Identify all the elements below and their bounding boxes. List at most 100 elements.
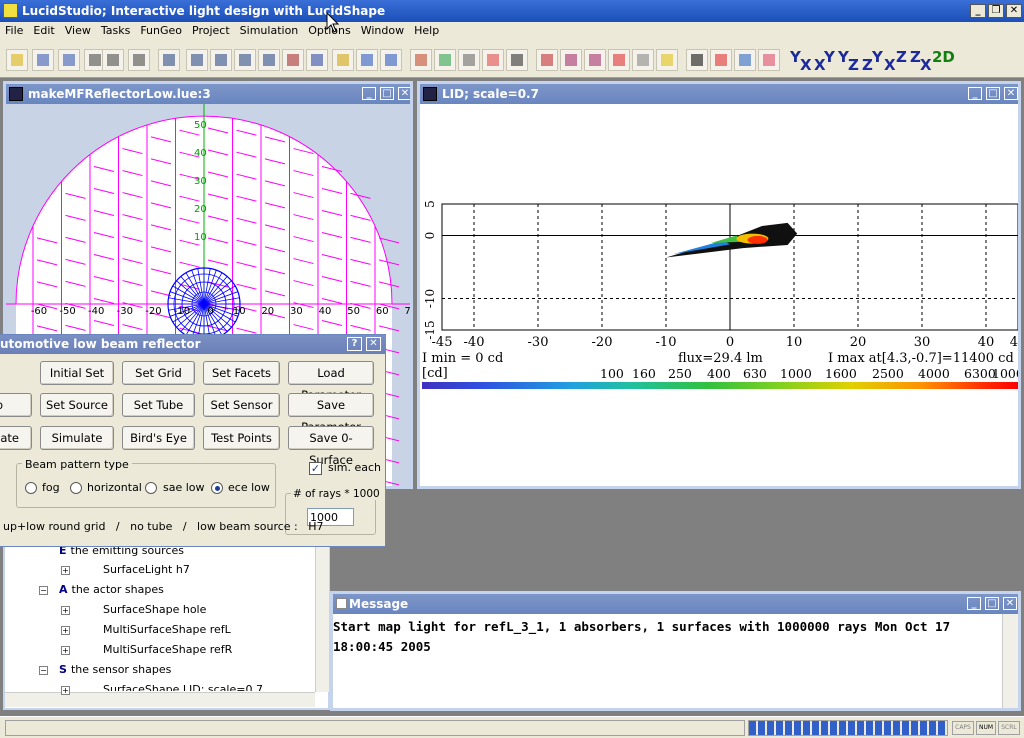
save-parameter-button[interactable]: Save Parameter <box>288 393 374 434</box>
message-scrollbar[interactable] <box>1002 614 1018 708</box>
text-ab-icon[interactable] <box>306 49 328 71</box>
burst-m-icon[interactable] <box>560 49 582 71</box>
ruler-icon[interactable] <box>282 49 304 71</box>
hand-icon[interactable] <box>332 49 354 71</box>
columns-icon[interactable] <box>234 49 256 71</box>
ece-low-radio[interactable] <box>211 482 223 494</box>
collapse-icon[interactable]: − <box>39 586 48 595</box>
expand-icon[interactable]: + <box>61 566 70 575</box>
geometry-minimize-button[interactable]: _ <box>362 87 376 100</box>
partial-button-ate[interactable]: ate <box>0 426 32 450</box>
test-points-button[interactable]: Test Points <box>203 426 280 450</box>
open-folder-icon[interactable] <box>58 49 80 71</box>
axis-x-label[interactable]: X <box>800 56 812 74</box>
axis-x3-label[interactable]: X <box>884 56 896 74</box>
set-facets-button[interactable]: Set Facets <box>203 361 280 385</box>
tree-vertical-scrollbar[interactable] <box>315 542 329 692</box>
tree-item-surface-shape[interactable]: SurfaceShape hole <box>103 603 206 616</box>
cube-icon[interactable] <box>710 49 732 71</box>
tree-item-surface-light[interactable]: SurfaceLight h7 <box>103 563 190 576</box>
layout-icon[interactable] <box>210 49 232 71</box>
simulate-button[interactable]: Simulate <box>40 426 114 450</box>
fog-radio[interactable] <box>25 482 37 494</box>
open-icon[interactable] <box>32 49 54 71</box>
expand-icon[interactable]: + <box>61 686 70 695</box>
horizontal-radio[interactable] <box>70 482 82 494</box>
message-minimize-button[interactable]: _ <box>967 597 981 610</box>
initial-set-button[interactable]: Initial Set <box>40 361 114 385</box>
lid-maximize-button[interactable]: □ <box>986 87 1000 100</box>
grid-view-icon[interactable] <box>158 49 180 71</box>
rays-icon[interactable] <box>458 49 480 71</box>
tree-item-multisurface-refl[interactable]: MultiSurfaceShape refL <box>103 623 231 636</box>
expand-icon[interactable]: + <box>61 626 70 635</box>
cross-icon[interactable] <box>608 49 630 71</box>
new-file-icon[interactable] <box>6 49 28 71</box>
paste-icon[interactable] <box>128 49 150 71</box>
app-restore-button[interactable]: ❐ <box>988 4 1004 18</box>
sae-low-radio[interactable] <box>145 482 157 494</box>
set-sensor-button[interactable]: Set Sensor <box>203 393 280 417</box>
table-icon[interactable] <box>186 49 208 71</box>
menu-project[interactable]: Project <box>187 22 235 40</box>
tree-horizontal-scrollbar[interactable] <box>5 692 315 707</box>
leaf-icon[interactable] <box>434 49 456 71</box>
tree-item-multisurface-refr[interactable]: MultiSurfaceShape refR <box>103 643 232 656</box>
sa-icon[interactable] <box>758 49 780 71</box>
burst-icon[interactable] <box>536 49 558 71</box>
birds-eye-button[interactable]: Bird's Eye <box>122 426 195 450</box>
menu-file[interactable]: File <box>0 22 28 40</box>
collapse-icon[interactable]: − <box>39 666 48 675</box>
set-source-button[interactable]: Set Source <box>40 393 114 417</box>
page-icon[interactable] <box>258 49 280 71</box>
menu-simulation[interactable]: Simulation <box>235 22 304 40</box>
heatmap-icon[interactable] <box>482 49 504 71</box>
save-0-surface-button[interactable]: Save 0-Surface <box>288 426 374 467</box>
copy-icon[interactable] <box>102 49 124 71</box>
set-tube-button[interactable]: Set Tube <box>122 393 195 417</box>
app-minimize-button[interactable]: _ <box>970 4 986 18</box>
axis-y4-label[interactable]: Y <box>872 48 883 66</box>
lightning-icon[interactable] <box>656 49 678 71</box>
dialog-close-button[interactable]: ✕ <box>366 337 381 351</box>
yin-yang-icon[interactable] <box>686 49 708 71</box>
menu-edit[interactable]: Edit <box>28 22 59 40</box>
axis-x4-label[interactable]: X <box>920 56 932 74</box>
dialog-help-button[interactable]: ? <box>347 337 362 351</box>
lid-window-title-bar: LID; scale=0.7 <box>420 84 1018 104</box>
message-maximize-button[interactable]: □ <box>985 597 999 610</box>
geometry-close-button[interactable]: ✕ <box>398 87 410 100</box>
lid-intensity-plot[interactable]: -45-40-30-20-100102030404550-10-15 <box>420 104 1018 489</box>
app-close-button[interactable]: ✕ <box>1006 4 1022 18</box>
set-grid-button[interactable]: Set Grid <box>122 361 195 385</box>
tree-sensor-shapes[interactable]: Sthe sensor shapes <box>59 663 171 676</box>
axis-z-label[interactable]: Z <box>848 56 859 74</box>
zoom-in-icon[interactable] <box>356 49 378 71</box>
zoom-out-icon[interactable] <box>380 49 402 71</box>
expand-icon[interactable]: + <box>61 646 70 655</box>
lid-minimize-button[interactable]: _ <box>968 87 982 100</box>
geometry-maximize-button[interactable]: □ <box>380 87 394 100</box>
axis-z3-label[interactable]: Z <box>896 48 907 66</box>
lid-close-button[interactable]: ✕ <box>1004 87 1018 100</box>
burst-r-icon[interactable] <box>584 49 606 71</box>
load-parameter-button[interactable]: Load Parameter <box>288 361 374 402</box>
sim-each-checkbox[interactable]: ✓ <box>309 462 322 475</box>
menu-fungeo[interactable]: FunGeo <box>135 22 187 40</box>
beam-pattern-label: Beam pattern type <box>22 458 132 471</box>
cross-gray-icon[interactable] <box>632 49 654 71</box>
message-close-button[interactable]: ✕ <box>1003 597 1017 610</box>
tree-actor-shapes[interactable]: Athe actor shapes <box>59 583 164 596</box>
axis-y2-label[interactable]: Y <box>824 48 835 66</box>
menu-window[interactable]: Window <box>356 22 409 40</box>
partial-button-p[interactable]: p <box>0 393 32 417</box>
list-icon[interactable] <box>506 49 528 71</box>
sphere-icon[interactable] <box>734 49 756 71</box>
tree-item-lid-sensor[interactable]: SurfaceShape LID; scale=0.7 <box>103 683 263 691</box>
lamp-icon[interactable] <box>410 49 432 71</box>
menu-help[interactable]: Help <box>409 22 444 40</box>
view-2d-button[interactable]: 2D <box>932 48 955 66</box>
menu-view[interactable]: View <box>60 22 96 40</box>
menu-tasks[interactable]: Tasks <box>96 22 135 40</box>
expand-icon[interactable]: + <box>61 606 70 615</box>
